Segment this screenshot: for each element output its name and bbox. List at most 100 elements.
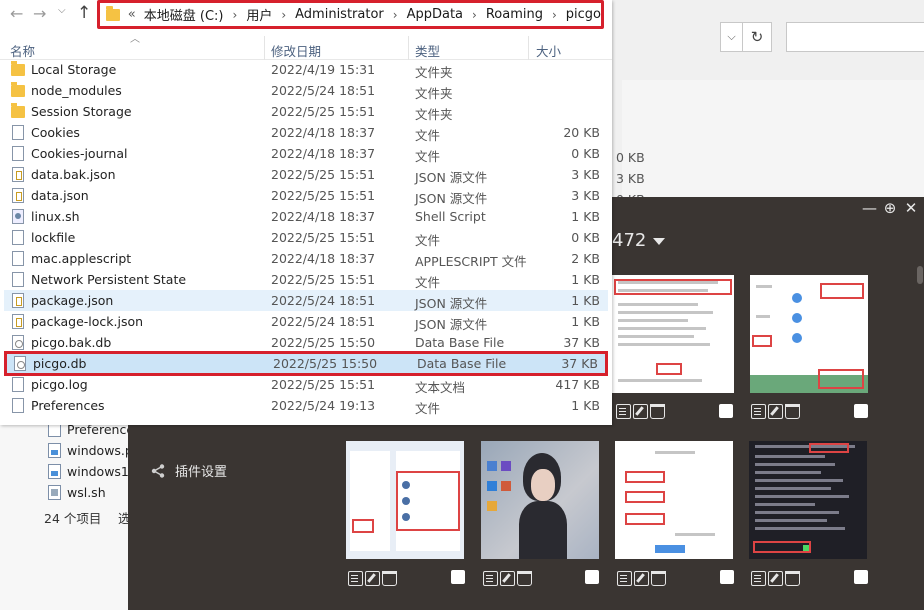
database-file-icon <box>12 335 24 350</box>
table-row[interactable]: lockfile 2022/5/25 15:51 文件 0 KB <box>4 227 608 248</box>
trash-icon[interactable] <box>650 403 665 419</box>
maximize-icon[interactable]: ⊕ <box>883 199 897 217</box>
table-row[interactable]: node_modules 2022/5/24 18:51 文件夹 <box>4 80 608 101</box>
file-name: windows10 <box>67 464 137 479</box>
file-type: Data Base File <box>415 335 505 350</box>
caret-down-icon[interactable] <box>653 238 665 245</box>
breadcrumb-separator-icon[interactable]: › <box>233 8 238 22</box>
copy-link-icon[interactable] <box>616 403 631 419</box>
database-file-icon <box>14 356 26 371</box>
trash-icon[interactable] <box>382 570 397 586</box>
trash-icon[interactable] <box>785 403 800 419</box>
table-row[interactable]: package-lock.json 2022/5/24 18:51 JSON 源文件… <box>4 311 608 332</box>
trash-icon[interactable] <box>517 570 532 586</box>
table-row[interactable]: linux.sh 2022/4/18 18:37 Shell Script 1 KB <box>4 206 608 227</box>
recent-locations-chevron-icon[interactable]: ⌵ <box>58 5 66 16</box>
edit-icon[interactable] <box>634 570 649 586</box>
breadcrumb-item[interactable]: 本地磁盘 (C:) <box>144 5 224 24</box>
copy-link-icon[interactable] <box>348 570 363 586</box>
thumbnail-checkbox[interactable] <box>451 570 465 584</box>
file-size: 417 KB <box>555 377 600 392</box>
table-row[interactable]: Network Persistent State 2022/5/25 15:51 文… <box>4 269 608 290</box>
minimize-icon[interactable]: — <box>862 199 877 217</box>
gallery-thumbnail[interactable] <box>346 441 464 559</box>
table-row[interactable]: picgo.log 2022/5/25 15:51 文本文档 417 KB <box>4 374 608 395</box>
column-divider[interactable] <box>264 36 265 60</box>
table-row[interactable]: data.json 2022/5/25 15:51 JSON 源文件 3 KB <box>4 185 608 206</box>
table-row[interactable]: data.bak.json 2022/5/25 15:51 JSON 源文件 3 KB <box>4 164 608 185</box>
gallery-thumbnail[interactable] <box>481 441 599 559</box>
file-type: APPLESCRIPT 文件 <box>415 254 527 269</box>
gallery-thumbnail[interactable] <box>750 275 868 393</box>
table-row[interactable]: picgo.db 2022/5/25 15:50 Data Base File 37 … <box>4 351 608 376</box>
copy-link-icon[interactable] <box>617 570 632 586</box>
list-item[interactable]: windows10 <box>48 461 137 482</box>
breadcrumb-separator-icon[interactable]: › <box>393 8 398 22</box>
column-header-modified[interactable]: 修改日期 <box>271 41 321 60</box>
thumbnail-checkbox[interactable] <box>719 404 733 418</box>
sidebar-item-plugin-settings[interactable]: 插件设置 <box>150 461 227 480</box>
table-row[interactable]: Local Storage 2022/4/19 15:31 文件夹 <box>4 59 608 80</box>
edit-icon[interactable] <box>633 403 648 419</box>
thumbnail-checkbox[interactable] <box>854 404 868 418</box>
file-modified: 2022/5/25 15:50 <box>273 356 378 371</box>
table-row[interactable]: package.json 2022/5/24 18:51 JSON 源文件 1 KB <box>4 290 608 311</box>
column-header-size[interactable]: 大小 <box>536 41 561 60</box>
file-size: 0 KB <box>571 230 600 245</box>
breadcrumb-item[interactable]: Roaming <box>486 7 543 22</box>
overflow-chevron-icon[interactable]: « <box>128 7 136 22</box>
file-name: mac.applescript <box>31 251 132 266</box>
address-history-dropdown[interactable]: ⌵ <box>720 22 742 52</box>
edit-icon[interactable] <box>768 403 783 419</box>
back-arrow-icon[interactable]: ← <box>10 4 23 23</box>
column-divider[interactable] <box>408 36 409 60</box>
breadcrumb-item[interactable]: 用户 <box>246 5 272 24</box>
table-row[interactable]: mac.applescript 2022/4/18 18:37 APPLESCRIP… <box>4 248 608 269</box>
file-modified: 2022/5/25 15:51 <box>271 188 376 203</box>
file-icon <box>12 125 24 140</box>
breadcrumb-separator-icon[interactable]: › <box>281 8 286 22</box>
breadcrumb-item[interactable]: AppData <box>407 7 463 22</box>
gallery-thumbnail[interactable] <box>615 441 733 559</box>
refresh-button[interactable]: ↻ <box>742 22 772 52</box>
breadcrumb-separator-icon[interactable]: › <box>472 8 477 22</box>
table-row[interactable]: Session Storage 2022/5/25 15:51 文件夹 <box>4 101 608 122</box>
forward-arrow-icon[interactable]: → <box>33 4 46 23</box>
thumbnail-checkbox[interactable] <box>720 570 734 584</box>
file-modified: 2022/5/24 19:13 <box>271 398 376 413</box>
column-divider[interactable] <box>528 36 529 60</box>
trash-icon[interactable] <box>785 570 800 586</box>
list-item[interactable]: windows.p <box>48 440 133 461</box>
copy-link-icon[interactable] <box>751 403 766 419</box>
gallery-thumbnail[interactable] <box>612 275 734 393</box>
gallery-thumbnail[interactable] <box>749 441 867 559</box>
up-arrow-icon[interactable]: ↑ <box>77 3 91 23</box>
table-row[interactable]: Cookies-journal 2022/4/18 18:37 文件 0 KB <box>4 143 608 164</box>
edit-icon[interactable] <box>768 570 783 586</box>
thumbnail-checkbox[interactable] <box>585 570 599 584</box>
breadcrumb-item[interactable]: Administrator <box>295 7 384 22</box>
list-item[interactable]: wsl.sh <box>48 482 106 503</box>
table-row[interactable]: Cookies 2022/4/18 18:37 文件 20 KB <box>4 122 608 143</box>
gallery-count[interactable]: 472 <box>612 230 646 251</box>
file-modified: 2022/4/18 18:37 <box>271 146 376 161</box>
edit-icon[interactable] <box>365 570 380 586</box>
copy-link-icon[interactable] <box>483 570 498 586</box>
column-header-type[interactable]: 类型 <box>415 41 440 60</box>
table-row[interactable]: picgo.bak.db 2022/5/25 15:50 Data Base Fil… <box>4 332 608 353</box>
trash-icon[interactable] <box>651 570 666 586</box>
search-input[interactable] <box>786 22 924 52</box>
json-file-icon <box>12 293 24 308</box>
breadcrumb-separator-icon[interactable]: › <box>552 8 557 22</box>
background-scrollbar[interactable] <box>612 60 622 210</box>
thumbnail-checkbox[interactable] <box>854 570 868 584</box>
edit-icon[interactable] <box>500 570 515 586</box>
copy-link-icon[interactable] <box>751 570 766 586</box>
column-header-name[interactable]: 名称 <box>10 41 35 60</box>
address-bar[interactable]: « 本地磁盘 (C:) › 用户 › Administrator › AppDa… <box>97 0 604 29</box>
gallery-scrollbar[interactable] <box>917 266 923 284</box>
close-icon[interactable]: ✕ <box>904 199 918 217</box>
file-type: 文件夹 <box>415 86 453 101</box>
breadcrumb-item[interactable]: picgo <box>566 7 601 22</box>
table-row[interactable]: Preferences 2022/5/24 19:13 文件 1 KB <box>4 395 608 416</box>
